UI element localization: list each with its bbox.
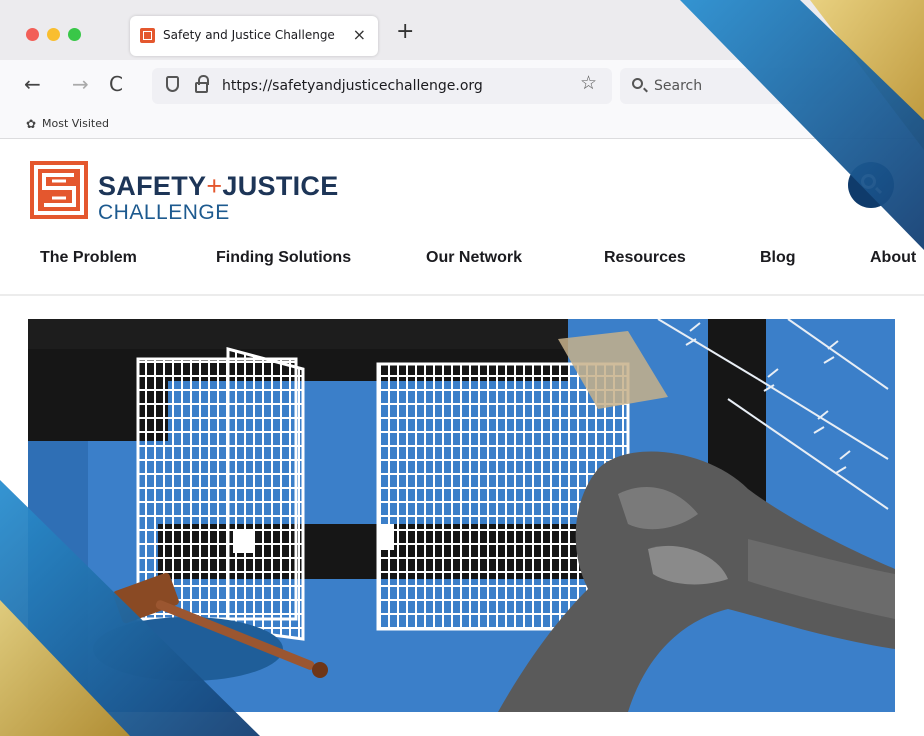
tab-title: Safety and Justice Challenge xyxy=(163,28,335,42)
logo-plus: + xyxy=(206,171,223,201)
nav-item-our-network[interactable]: Our Network xyxy=(426,249,522,267)
close-window-button[interactable] xyxy=(26,28,39,41)
logo-word-justice: JUSTICE xyxy=(222,171,339,201)
browser-tab[interactable]: Safety and Justice Challenge × xyxy=(130,16,378,56)
logo-word-challenge[interactable]: CHALLENGE xyxy=(98,201,230,225)
search-input[interactable]: Search xyxy=(620,68,830,104)
forward-button[interactable]: → xyxy=(72,73,89,95)
url-text[interactable]: https://safetyandjusticechallenge.org xyxy=(222,78,483,94)
web-page: SAFETY+JUSTICE CHALLENGE The Problem Fin… xyxy=(0,139,924,736)
tab-bar: Safety and Justice Challenge × + xyxy=(0,0,924,60)
back-button[interactable]: ← xyxy=(24,73,41,95)
navigation-toolbar: ← → C https://safetyandjusticechallenge.… xyxy=(0,60,924,112)
bookmarks-toolbar: ✿ Most Visited xyxy=(0,112,924,139)
nav-divider xyxy=(0,294,924,296)
nav-item-the-problem[interactable]: The Problem xyxy=(40,249,137,267)
logo-wordmark[interactable]: SAFETY+JUSTICE xyxy=(98,171,339,202)
gear-icon: ✿ xyxy=(26,117,37,131)
tracking-protection-shield-icon[interactable] xyxy=(166,76,179,92)
site-navigation: The Problem Finding Solutions Our Networ… xyxy=(0,249,924,279)
address-bar[interactable]: https://safetyandjusticechallenge.org xyxy=(152,68,612,104)
zoom-window-button[interactable] xyxy=(68,28,81,41)
tab-close-icon[interactable]: × xyxy=(353,25,366,44)
nav-item-resources[interactable]: Resources xyxy=(604,249,686,267)
nav-item-blog[interactable]: Blog xyxy=(760,249,796,267)
site-search-button[interactable] xyxy=(848,162,894,208)
site-favicon-icon xyxy=(140,28,155,43)
search-icon xyxy=(861,174,876,189)
hero-illustration xyxy=(28,319,895,712)
browser-window: Safety and Justice Challenge × + ← → C h… xyxy=(0,0,924,736)
new-tab-button[interactable]: + xyxy=(396,21,414,43)
search-placeholder: Search xyxy=(654,78,703,94)
logo-word-safety: SAFETY xyxy=(98,171,207,201)
safety-justice-logo-icon[interactable] xyxy=(30,161,88,219)
minimize-window-button[interactable] xyxy=(47,28,60,41)
search-icon xyxy=(632,78,643,89)
nav-item-about[interactable]: About xyxy=(870,249,916,267)
lock-icon[interactable] xyxy=(195,75,209,93)
reload-button[interactable]: C xyxy=(109,73,123,95)
bookmark-star-icon[interactable]: ☆ xyxy=(580,72,597,94)
bookmark-most-visited[interactable]: Most Visited xyxy=(42,117,109,130)
nav-item-finding-solutions[interactable]: Finding Solutions xyxy=(216,249,351,267)
